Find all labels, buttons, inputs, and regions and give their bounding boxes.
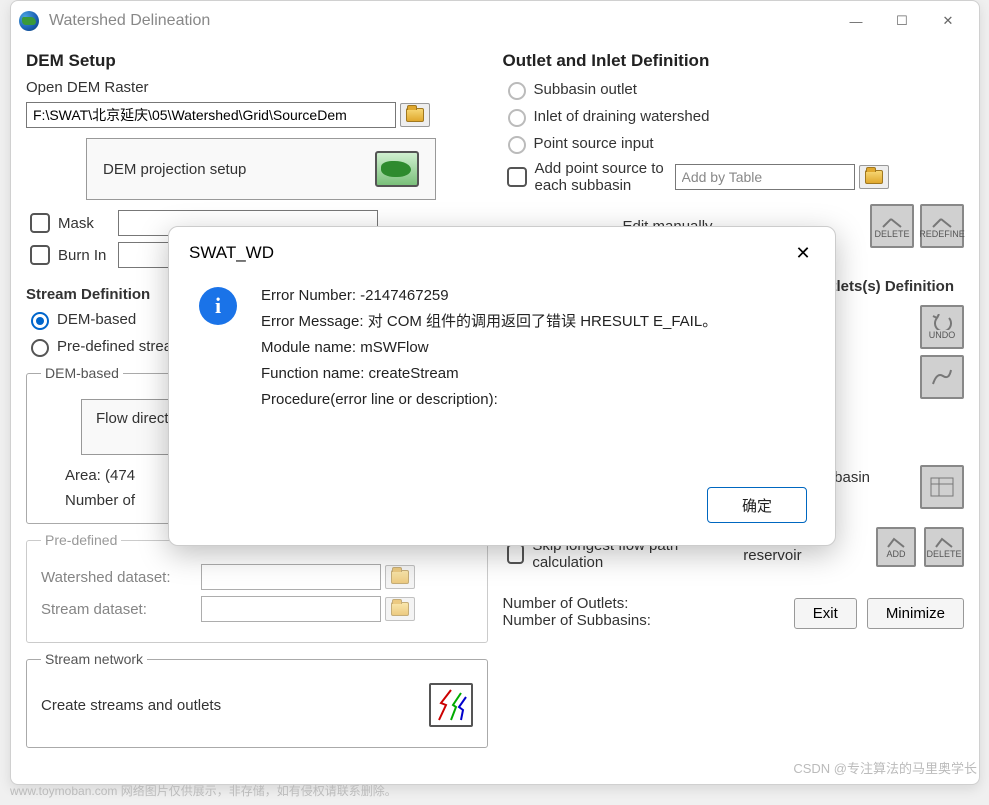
browse-dem-button[interactable] bbox=[400, 103, 430, 127]
watermark-csdn: CSDN @专注算法的马里奥学长 bbox=[793, 758, 977, 777]
dialog-close-button[interactable]: ✕ bbox=[791, 241, 815, 265]
point-source-label: Point source input bbox=[534, 135, 654, 152]
mask-label: Mask bbox=[58, 215, 118, 232]
create-streams-label: Create streams and outlets bbox=[41, 697, 221, 714]
dem-path-input[interactable] bbox=[26, 102, 396, 128]
folder-icon bbox=[406, 108, 424, 122]
function-name: Function name: createStream bbox=[261, 361, 717, 387]
module-name: Module name: mSWFlow bbox=[261, 335, 717, 361]
stream-ds-label: Stream dataset: bbox=[41, 601, 201, 618]
dialog-titlebar: SWAT_WD ✕ bbox=[169, 227, 835, 273]
delete-reservoir-button[interactable]: DELETE bbox=[924, 527, 964, 567]
mask-checkbox[interactable] bbox=[30, 213, 50, 233]
browse-stream-button[interactable] bbox=[385, 597, 415, 621]
predefined-radio[interactable] bbox=[31, 339, 49, 357]
inlet-drain-radio[interactable] bbox=[508, 109, 526, 127]
undo-button[interactable]: UNDO bbox=[920, 305, 964, 349]
error-dialog: SWAT_WD ✕ i Error Number: -2147467259 Er… bbox=[168, 226, 836, 546]
burnin-checkbox[interactable] bbox=[30, 245, 50, 265]
watermark-toymoban: www.toymoban.com 网络图片仅供展示，非存储，如有侵权请联系删除。 bbox=[10, 782, 397, 799]
burnin-label: Burn In bbox=[58, 247, 118, 264]
titlebar: Watershed Delineation — ☐ ✕ bbox=[11, 1, 979, 41]
browse-watershed-button[interactable] bbox=[385, 565, 415, 589]
inlet-drain-label: Inlet of draining watershed bbox=[534, 108, 710, 125]
dem-based-radio[interactable] bbox=[31, 312, 49, 330]
delete-outlet-button[interactable]: DELETE bbox=[870, 204, 914, 248]
globe-icon bbox=[19, 11, 39, 31]
redefine-outlet-button[interactable]: REDEFINE bbox=[920, 204, 964, 248]
delineate-button[interactable] bbox=[920, 355, 964, 399]
add-point-label: Add point source to each subbasin bbox=[535, 160, 675, 194]
window-title: Watershed Delineation bbox=[49, 12, 210, 30]
minimize-app-button[interactable]: Minimize bbox=[867, 598, 964, 629]
skip-longest-checkbox[interactable] bbox=[507, 544, 525, 564]
info-icon: i bbox=[199, 287, 237, 325]
folder-icon bbox=[391, 602, 409, 616]
folder-icon bbox=[865, 170, 883, 184]
open-dem-label: Open DEM Raster bbox=[26, 79, 488, 96]
watershed-ds-input[interactable] bbox=[201, 564, 381, 590]
subbasin-outlet-label: Subbasin outlet bbox=[534, 81, 637, 98]
predefined-legend: Pre-defined bbox=[41, 532, 121, 548]
procedure: Procedure(error line or description): bbox=[261, 387, 717, 413]
stream-ds-input[interactable] bbox=[201, 596, 381, 622]
add-point-checkbox[interactable] bbox=[507, 167, 527, 187]
add-reservoir-button[interactable]: ADD bbox=[876, 527, 916, 567]
minimize-button[interactable]: — bbox=[833, 5, 879, 37]
dem-based-label: DEM-based bbox=[57, 311, 136, 328]
dem-setup-title: DEM Setup bbox=[26, 51, 488, 71]
dem-based-legend: DEM-based bbox=[41, 365, 123, 381]
projection-button[interactable] bbox=[375, 151, 419, 187]
predefined-fieldset: Pre-defined Watershed dataset: Stream da… bbox=[26, 532, 488, 643]
outlet-def-title: Outlet and Inlet Definition bbox=[503, 51, 965, 71]
num-outlets-label: Number of Outlets: bbox=[503, 595, 784, 612]
projection-label: DEM projection setup bbox=[103, 161, 246, 178]
folder-icon bbox=[391, 570, 409, 584]
dialog-title: SWAT_WD bbox=[189, 243, 274, 263]
close-button[interactable]: ✕ bbox=[925, 5, 971, 37]
num-subbasins-label: Number of Subbasins: bbox=[503, 612, 784, 629]
maximize-button[interactable]: ☐ bbox=[879, 5, 925, 37]
watershed-ds-label: Watershed dataset: bbox=[41, 569, 201, 586]
projection-panel: DEM projection setup bbox=[86, 138, 436, 200]
exit-button[interactable]: Exit bbox=[794, 598, 857, 629]
stream-network-fieldset: Stream network Create streams and outlet… bbox=[26, 651, 488, 748]
point-source-radio[interactable] bbox=[508, 136, 526, 154]
stream-network-legend: Stream network bbox=[41, 651, 147, 667]
add-by-table-input[interactable] bbox=[675, 164, 855, 190]
browse-table-button[interactable] bbox=[859, 165, 889, 189]
subbasin-outlet-radio[interactable] bbox=[508, 82, 526, 100]
calc-params-button[interactable] bbox=[920, 465, 964, 509]
error-number: Error Number: -2147467259 bbox=[261, 283, 717, 309]
dialog-text: Error Number: -2147467259 Error Message:… bbox=[261, 283, 717, 465]
dialog-ok-button[interactable]: 确定 bbox=[707, 487, 807, 523]
error-message: Error Message: 对 COM 组件的调用返回了错误 HRESULT … bbox=[261, 309, 717, 335]
create-streams-button[interactable] bbox=[429, 683, 473, 727]
